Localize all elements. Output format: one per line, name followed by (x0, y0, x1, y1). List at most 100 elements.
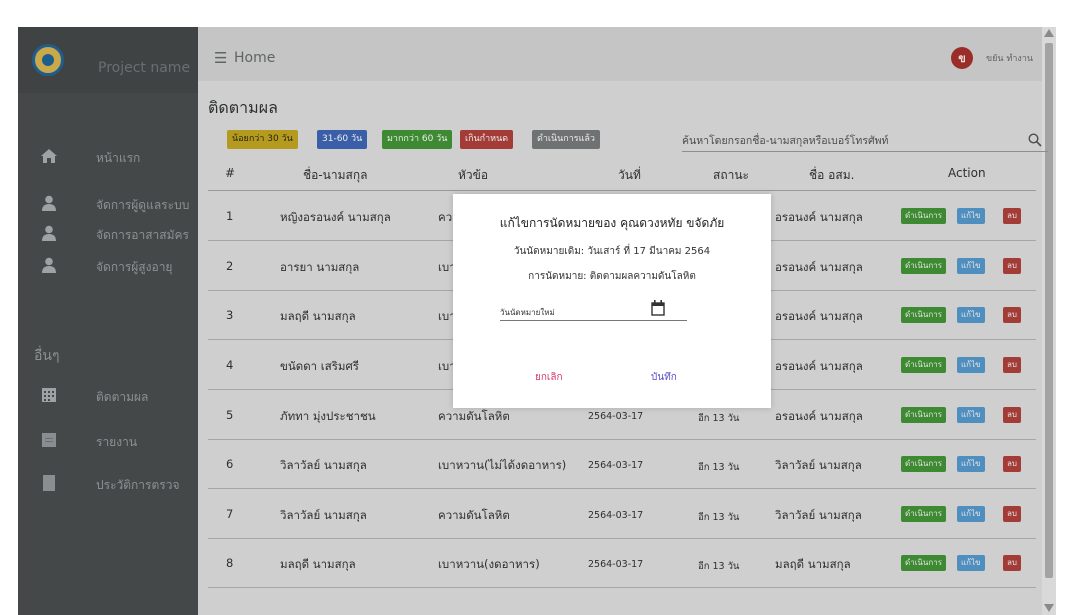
edit-button[interactable]: แก้ไข (957, 555, 985, 571)
edit-button[interactable]: แก้ไข (957, 208, 985, 224)
cell-name: วิลาวัลย์ นามสกุล (280, 458, 367, 472)
cell-number: 8 (226, 556, 234, 570)
cell-number: 6 (226, 457, 234, 471)
logo (32, 44, 64, 76)
sidebar-header: Project name (18, 27, 198, 93)
scroll-thumb[interactable] (1045, 43, 1053, 578)
edit-button[interactable]: แก้ไข (957, 307, 985, 323)
column-header: ชื่อ อสม. (809, 168, 855, 182)
user-icon (40, 224, 58, 242)
process-button[interactable]: ดำเนินการ (901, 506, 946, 522)
filter-31-60[interactable]: 31-60 วัน (317, 130, 368, 149)
process-button[interactable]: ดำเนินการ (901, 258, 946, 274)
project-name: Project name (98, 60, 191, 76)
edit-button[interactable]: แก้ไข (957, 456, 985, 472)
sidebar-item-follow-up[interactable]: ติดตามผล (18, 382, 198, 410)
cell-topic: คว (438, 210, 453, 224)
sidebar-item-admins[interactable]: จัดการผู้ดูแลระบบ (18, 190, 198, 218)
sidebar-item-label: จัดการผู้ดูแลระบบ (96, 198, 190, 212)
user-icon (40, 194, 58, 212)
column-header: Action (948, 166, 986, 180)
column-header: ชื่อ-นามสกุล (303, 168, 368, 182)
cell-name: วิลาวัลย์ นามสกุล (280, 508, 367, 522)
filter-done[interactable]: ดำเนินการแล้ว (532, 130, 600, 149)
edit-button[interactable]: แก้ไข (957, 258, 985, 274)
cell-status: อีก 13 วัน (698, 561, 740, 572)
cell-date: 2564-03-17 (588, 510, 644, 521)
cell-volunteer: วิลาวัลย์ นามสกุล (775, 508, 862, 522)
sidebar-item-label: ประวัติการตรวจ (96, 478, 180, 492)
filter-under-30[interactable]: น้อยกว่า 30 วัน (227, 130, 298, 149)
cell-volunteer: อรอนงค์ นามสกุล (775, 309, 863, 323)
breadcrumb-home[interactable]: Home (234, 50, 275, 66)
delete-button[interactable]: ลบ (1003, 357, 1021, 373)
calendar-icon[interactable] (651, 300, 665, 316)
table-row: 8 มลฤดี นามสกุล เบาหวาน(งดอาหาร) 2564-03-17… (208, 539, 1036, 588)
cell-name: อารยา นามสกุล (280, 260, 360, 274)
cell-number: 1 (226, 209, 234, 223)
edit-button[interactable]: แก้ไข (957, 407, 985, 423)
edit-button[interactable]: แก้ไข (957, 357, 985, 373)
appointment-text: การนัดหมาย: ติดตามผลความดันโลหิต (528, 271, 696, 282)
edit-appointment-dialog: แก้ไขการนัดหมายของ คุณดวงหทัย ขจัดภัย วั… (453, 194, 771, 408)
cell-number: 5 (226, 408, 234, 422)
avatar[interactable]: ข (951, 47, 973, 69)
sidebar-item-volunteers[interactable]: จัดการอาสาสมัคร (18, 220, 198, 248)
process-button[interactable]: ดำเนินการ (901, 407, 946, 423)
edit-button[interactable]: แก้ไข (957, 506, 985, 522)
process-button[interactable]: ดำเนินการ (901, 307, 946, 323)
cell-topic: เบาหวาน(งดอาหาร) (438, 557, 540, 571)
delete-button[interactable]: ลบ (1003, 307, 1021, 323)
sidebar: Project name หน้าแรก จัดการผู้ดูแลระบบ จ… (18, 27, 198, 615)
user-name[interactable]: ขยัน ทำงาน (986, 51, 1033, 65)
filter-over-60[interactable]: มากกว่า 60 วัน (382, 130, 453, 149)
delete-button[interactable]: ลบ (1003, 208, 1021, 224)
sidebar-item-elderly[interactable]: จัดการผู้สูงอายุ (18, 252, 198, 280)
cell-volunteer: อรอนงค์ นามสกุล (775, 359, 863, 373)
top-bar: ☰ Home ข ขยัน ทำงาน (198, 27, 1056, 81)
cell-volunteer: อรอนงค์ นามสกุล (775, 260, 863, 274)
sidebar-item-home[interactable]: หน้าแรก (18, 143, 198, 171)
cell-name: มลฤดี นามสกุล (280, 309, 356, 323)
menu-toggle-icon[interactable]: ☰ (214, 49, 227, 67)
column-header: วันที่ (618, 168, 641, 182)
process-button[interactable]: ดำเนินการ (901, 208, 946, 224)
cell-date: 2564-03-17 (588, 559, 644, 570)
scroll-up-icon[interactable] (1044, 29, 1054, 37)
column-header: สถานะ (713, 168, 749, 182)
cell-status: อีก 13 วัน (698, 512, 740, 523)
new-date-input[interactable] (500, 305, 660, 320)
cell-topic: ความดันโลหิต (438, 409, 510, 423)
cell-volunteer: อรอนงค์ นามสกุล (775, 210, 863, 224)
delete-button[interactable]: ลบ (1003, 456, 1021, 472)
page-title: ติดตามผล (208, 98, 278, 117)
document-icon (40, 431, 58, 449)
sidebar-item-history[interactable]: ประวัติการตรวจ (18, 470, 198, 498)
sidebar-item-label: จัดการอาสาสมัคร (96, 228, 189, 242)
delete-button[interactable]: ลบ (1003, 506, 1021, 522)
filter-overdue[interactable]: เกินกำหนด (460, 130, 514, 149)
table-header: # ชื่อ-นามสกุล หัวข้อ วันที่ สถานะ ชื่อ … (208, 157, 1036, 191)
search-icon[interactable] (1028, 133, 1042, 147)
cancel-button[interactable]: ยกเลิก (535, 370, 563, 385)
search-input[interactable] (682, 130, 1022, 151)
process-button[interactable]: ดำเนินการ (901, 555, 946, 571)
cell-date: 2564-03-17 (588, 460, 644, 471)
process-button[interactable]: ดำเนินการ (901, 456, 946, 472)
delete-button[interactable]: ลบ (1003, 555, 1021, 571)
cell-status: อีก 13 วัน (698, 462, 740, 473)
search-box (682, 130, 1048, 152)
cell-name: มลฤดี นามสกุล (280, 557, 356, 571)
cell-topic: เบาหวาน(ไม่ได้งดอาหาร) (438, 458, 567, 472)
sidebar-item-report[interactable]: รายงาน (18, 427, 198, 455)
table-row: 7 วิลาวัลย์ นามสกุล ความดันโลหิต 2564-03-17… (208, 490, 1036, 539)
scrollbar[interactable] (1042, 27, 1056, 615)
scroll-down-icon[interactable] (1044, 604, 1054, 612)
save-button[interactable]: บันทึก (651, 370, 677, 385)
cell-name: ภัททา มุ่งประชาชน (280, 409, 376, 423)
process-button[interactable]: ดำเนินการ (901, 357, 946, 373)
column-header: หัวข้อ (458, 168, 489, 182)
delete-button[interactable]: ลบ (1003, 407, 1021, 423)
delete-button[interactable]: ลบ (1003, 258, 1021, 274)
home-icon (40, 147, 58, 165)
